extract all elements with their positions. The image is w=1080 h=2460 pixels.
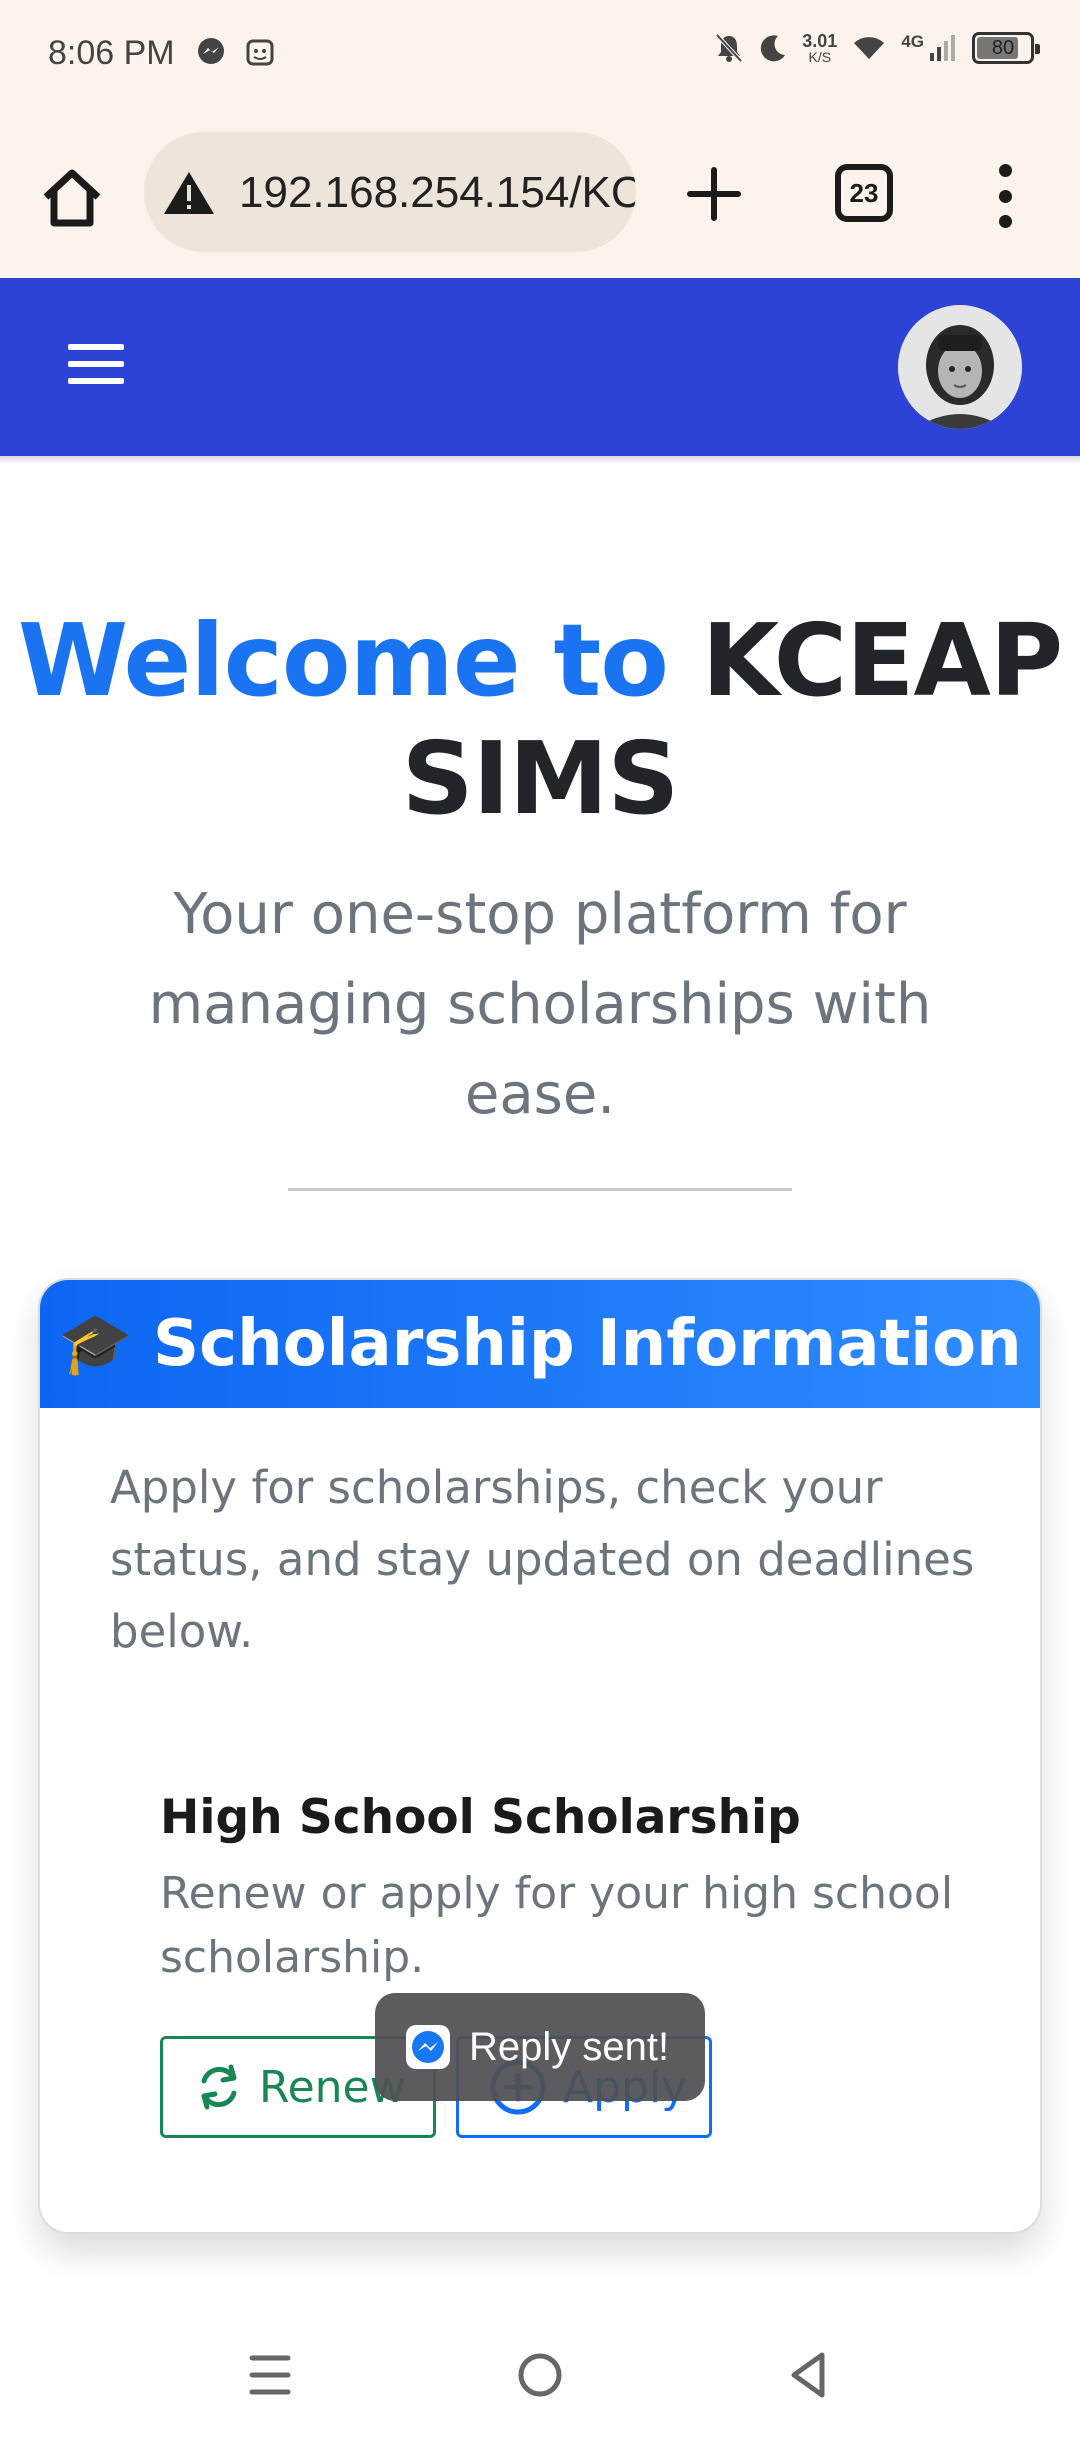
app-notification-icon	[246, 39, 274, 66]
scholarship-description: Renew or apply for your high school scho…	[160, 1868, 954, 1983]
status-time: 8:06 PM	[48, 34, 175, 72]
page-title: Welcome to KCEAP SIMS	[0, 602, 1080, 838]
hero-divider	[288, 1188, 792, 1191]
more-vert-icon[interactable]	[990, 164, 1020, 228]
refresh-icon	[201, 2064, 237, 2110]
address-bar[interactable]: 192.168.254.154/KCEAP	[144, 132, 636, 252]
messenger-icon	[406, 2025, 450, 2069]
battery-indicator: 80	[972, 32, 1040, 64]
app-navbar	[0, 278, 1080, 456]
card-header: 🎓 Scholarship Information	[40, 1280, 1040, 1408]
tab-switcher-button[interactable]: 23	[835, 164, 893, 222]
home-nav-icon[interactable]	[516, 2350, 564, 2400]
bell-off-icon	[715, 33, 743, 63]
recent-apps-icon[interactable]	[248, 2350, 292, 2400]
network-type: 4G	[901, 32, 924, 51]
status-notification-icons	[196, 36, 276, 68]
network-speed: 3.01 K/S	[802, 31, 838, 65]
plus-icon[interactable]	[680, 160, 748, 228]
status-right-icons: 3.01 K/S 4G 80	[714, 31, 1040, 65]
home-icon[interactable]	[36, 163, 108, 235]
wifi-icon	[854, 37, 885, 59]
signal-icon	[930, 35, 955, 61]
toast-text: Reply sent!	[469, 2024, 670, 2069]
scholarship-title: High School Scholarship	[160, 1790, 801, 1845]
messenger-notification-icon	[198, 38, 224, 64]
avatar[interactable]	[898, 305, 1022, 429]
navbar-shadow	[0, 456, 1080, 464]
graduation-cap-icon: 🎓	[58, 1309, 134, 1379]
url-text[interactable]: 192.168.254.154/KCEAP	[239, 168, 636, 218]
toast-notification: Reply sent!	[375, 1993, 705, 2101]
page-subtitle: Your one-stop platform for managing scho…	[148, 882, 932, 1127]
card-intro: Apply for scholarships, check your statu…	[110, 1461, 975, 1658]
tab-count: 23	[849, 177, 879, 208]
hamburger-menu-icon[interactable]	[68, 344, 124, 384]
title-highlight: Welcome to	[17, 602, 669, 719]
back-icon[interactable]	[786, 2350, 830, 2400]
warning-icon[interactable]	[162, 170, 216, 216]
moon-icon	[761, 35, 786, 62]
status-bar: 8:06 PM 3.01 K/S 4G 80	[0, 0, 1080, 108]
system-navigation-bar	[0, 2320, 1080, 2460]
browser-toolbar: 192.168.254.154/KCEAP 23	[0, 108, 1080, 278]
card-title: Scholarship Information	[153, 1307, 1022, 1381]
